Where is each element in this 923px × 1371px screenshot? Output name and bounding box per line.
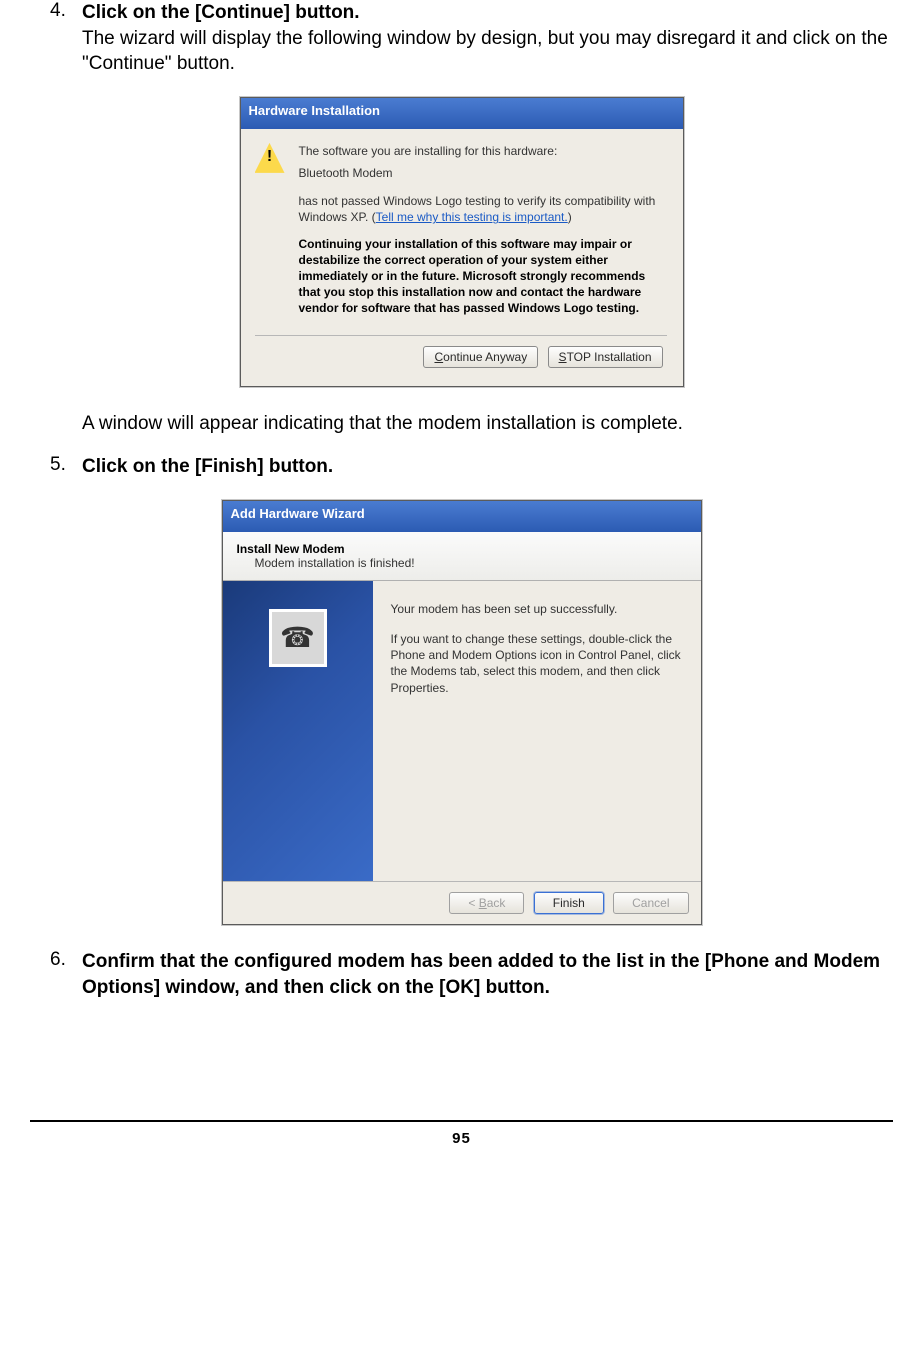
wizard-sidebar: ☎	[223, 581, 373, 881]
continue-anyway-button[interactable]: Continue Anyway	[423, 346, 538, 368]
tell-me-why-link[interactable]: Tell me why this testing is important.	[376, 210, 568, 224]
dlg1-device-name: Bluetooth Modem	[299, 165, 667, 181]
step-number: 6.	[50, 949, 82, 1000]
dlg1-line1: The software you are installing for this…	[299, 143, 667, 159]
wizard-success-text: Your modem has been set up successfully.	[391, 601, 683, 617]
step-4-title: Click on the [Continue] button.	[82, 2, 360, 23]
finish-button[interactable]: Finish	[534, 892, 604, 914]
dlg1-compat-text: has not passed Windows Logo testing to v…	[299, 193, 667, 225]
page-footer-rule	[30, 1120, 893, 1122]
step-4-after-text: A window will appear indicating that the…	[82, 411, 893, 437]
modem-phone-icon: ☎	[269, 609, 327, 667]
step-6-title: Confirm that the configured modem has be…	[82, 951, 880, 998]
dialog-separator	[255, 335, 667, 336]
wizard-header: Install New Modem Modem installation is …	[223, 532, 701, 581]
cancel-button: Cancel	[613, 892, 688, 914]
step-6: 6. Confirm that the configured modem has…	[50, 949, 893, 1000]
dialog-title-bar: Hardware Installation	[241, 98, 683, 129]
step-number: 5.	[50, 454, 82, 480]
step-5-title: Click on the [Finish] button.	[82, 456, 333, 477]
step-number: 4.	[50, 0, 82, 77]
stop-installation-button[interactable]: STOP Installation	[548, 346, 663, 368]
hardware-installation-dialog: Hardware Installation The software you a…	[240, 97, 684, 387]
wizard-instructions-text: If you want to change these settings, do…	[391, 631, 683, 696]
warning-icon	[255, 143, 285, 173]
dialog-title-bar: Add Hardware Wizard	[223, 501, 701, 532]
step-5: 5. Click on the [Finish] button.	[50, 454, 893, 480]
page-number: 95	[30, 1130, 893, 1147]
wizard-header-title: Install New Modem	[237, 542, 689, 556]
back-button: < Back	[449, 892, 524, 914]
step-4-body: The wizard will display the following wi…	[82, 28, 888, 75]
add-hardware-wizard-dialog: Add Hardware Wizard Install New Modem Mo…	[222, 500, 702, 925]
dlg1-warning-text: Continuing your installation of this sof…	[299, 236, 667, 317]
step-4: 4. Click on the [Continue] button. The w…	[50, 0, 893, 77]
wizard-header-subtitle: Modem installation is finished!	[255, 556, 689, 570]
